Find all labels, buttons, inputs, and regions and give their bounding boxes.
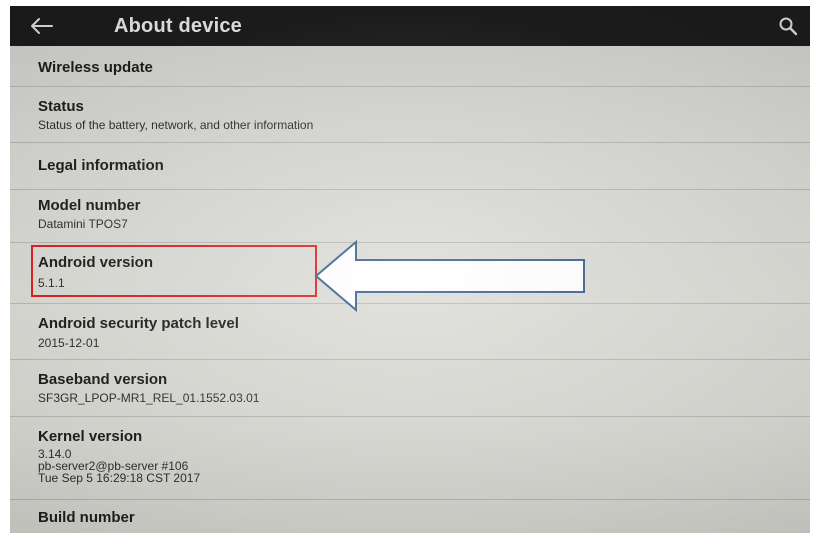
list-item-status[interactable]: Status Status of the battery, network, a… [10,87,810,142]
item-summary-line: Tue Sep 5 16:29:18 CST 2017 [38,471,201,485]
pointer-arrow-icon [314,240,585,312]
app-bar: About device [10,6,810,46]
list-item-baseband-version[interactable]: Baseband version SF3GR_LPOP-MR1_REL_01.1… [10,360,810,416]
item-summary: Status of the battery, network, and othe… [38,118,314,132]
item-title: Model number [38,197,141,214]
item-summary: Datamini TPOS7 [38,217,128,231]
item-title: Status [38,98,84,115]
page-title: About device [114,15,242,37]
list-item-kernel-version[interactable]: Kernel version 3.14.0 pb-server2@pb-serv… [10,417,810,499]
item-title: Wireless update [38,59,153,76]
highlight-box [31,245,317,297]
list-item-legal-information[interactable]: Legal information [10,143,810,189]
list-item-build-number[interactable]: Build number [10,500,810,533]
item-title: Android security patch level [38,315,239,332]
item-title: Build number [38,509,135,526]
list-item-wireless-update[interactable]: Wireless update [10,46,810,86]
device-screen: About device Wireless update Status Stat… [10,6,810,533]
item-title: Kernel version [38,428,143,445]
list-item-model-number[interactable]: Model number Datamini TPOS7 [10,190,810,242]
arrow-left-icon[interactable] [28,14,56,38]
item-summary: SF3GR_LPOP-MR1_REL_01.1552.03.01 [38,391,260,405]
item-title: Baseband version [38,371,168,388]
list-item-security-patch-level[interactable]: Android security patch level 2015-12-01 [10,304,810,359]
item-summary: 2015-12-01 [38,336,100,350]
search-icon[interactable] [778,16,800,38]
item-title: Legal information [38,157,164,174]
